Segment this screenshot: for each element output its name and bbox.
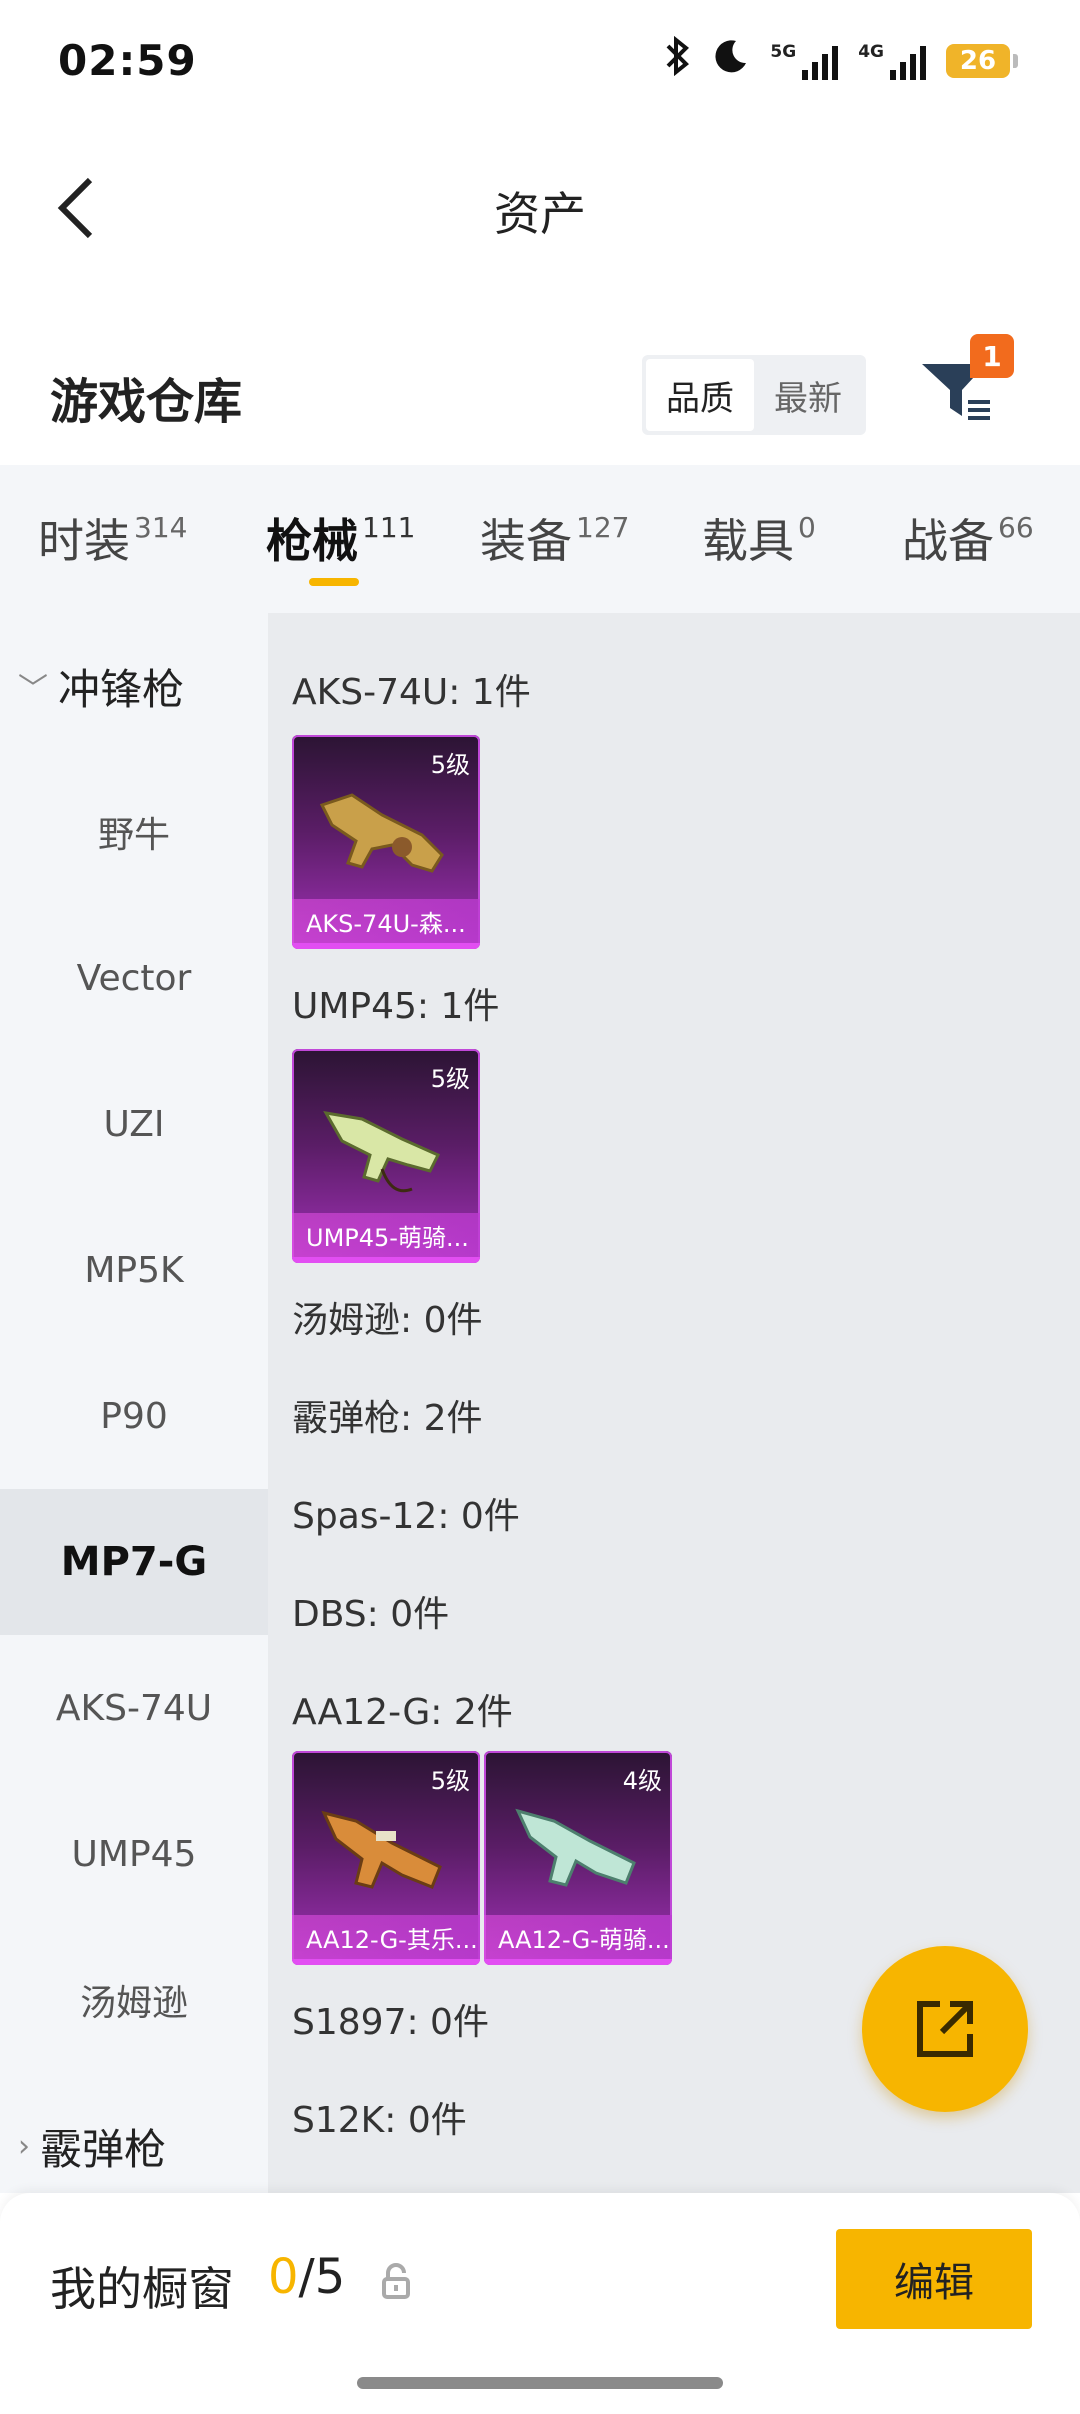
showcase-count: 0/5 [268, 2249, 345, 2305]
sidebar-item-mp5k[interactable]: MP5K [0, 1197, 268, 1343]
card-rarity-bar [292, 1257, 480, 1263]
tab-count: 127 [576, 511, 630, 544]
chevron-right-icon: › [18, 2128, 30, 2164]
sidebar-item-vector[interactable]: Vector [0, 905, 268, 1051]
tab-label: 枪械 [266, 514, 358, 568]
share-external-icon [917, 2001, 973, 2057]
sidebar-item-uzi[interactable]: UZI [0, 1051, 268, 1197]
status-bar: 02:59 5G 4G 26 [0, 0, 1080, 130]
battery-icon: 26 [946, 44, 1018, 78]
smg-icon [323, 1111, 441, 1193]
card-rarity-bar [292, 1959, 480, 1965]
filter-count-badge: 1 [970, 334, 1014, 378]
status-time: 02:59 [58, 36, 197, 85]
weapon-row-label: AA12-G: 2件 [292, 1692, 513, 1733]
network-5g-label: 5G [770, 42, 797, 62]
tab-label: 载具 [702, 514, 794, 568]
tab-label: 装备 [480, 514, 572, 568]
sidebar-item-mp7g[interactable]: MP7-G [0, 1489, 268, 1635]
weapon-row-label: UMP45: 1件 [292, 986, 500, 1027]
signal-5g-icon: 5G [770, 42, 839, 80]
sidebar-group-smg[interactable]: ﹀ 冲锋枪 [0, 613, 268, 759]
weapon-row-label: DBS: 0件 [292, 1594, 450, 1635]
share-button[interactable] [862, 1946, 1028, 2112]
sidebar-item-p90[interactable]: P90 [0, 1343, 268, 1489]
weapon-row-label: S12K: 0件 [292, 2100, 467, 2141]
weapon-row-label: AKS-74U: 1件 [292, 672, 531, 713]
sidebar-group-label: 冲锋枪 [58, 664, 185, 714]
tab-count: 314 [134, 511, 188, 544]
card-rarity-bar [292, 943, 480, 949]
tab-equipment[interactable]: 装备 127 [480, 505, 629, 571]
sidebar-item-thompson[interactable]: 汤姆逊 [0, 1927, 268, 2073]
tab-vehicles[interactable]: 载具 0 [702, 505, 816, 571]
weapon-skin-card[interactable]: 5级 UMP45-萌骑... [292, 1049, 480, 1263]
category-tabs: 时装 314 枪械 111 装备 127 载具 0 战备 66 [0, 465, 1080, 613]
card-name: AA12-G-其乐... [292, 1915, 480, 1959]
tab-label: 时装 [38, 514, 130, 568]
page-title: 资产 [494, 187, 586, 241]
showcase-total: /5 [298, 2249, 346, 2305]
sort-newest-button[interactable]: 最新 [754, 359, 862, 431]
shotgun-icon [515, 1808, 636, 1887]
sort-toggle: 品质 最新 [642, 355, 866, 435]
warehouse-title: 游戏仓库 [50, 374, 243, 430]
sidebar-group-label: 霰弹枪 [40, 2124, 167, 2174]
showcase-current: 0 [268, 2249, 299, 2305]
do-not-disturb-moon-icon [712, 37, 750, 85]
weapon-row-label: 霰弹枪: 2件 [292, 1398, 483, 1439]
home-indicator[interactable] [357, 2377, 723, 2389]
status-icons: 5G 4G 26 [662, 35, 1018, 86]
sidebar-item-bizon[interactable]: 野牛 [0, 759, 268, 905]
signal-4g-icon: 4G [858, 42, 926, 80]
weapon-row-label: Spas-12: 0件 [292, 1496, 520, 1537]
card-name: UMP45-萌骑... [292, 1213, 480, 1257]
network-4g-label: 4G [858, 42, 884, 62]
showcase-label: 我的橱窗 [50, 2262, 234, 2316]
sidebar-item-ump45[interactable]: UMP45 [0, 1781, 268, 1927]
weapon-skin-card[interactable]: 5级 AKS-74U-森... [292, 735, 480, 949]
weapon-sidebar: ﹀ 冲锋枪 野牛 Vector UZI MP5K P90 MP7-G AKS-7… [0, 613, 268, 2193]
sidebar-item-aks74u[interactable]: AKS-74U [0, 1635, 268, 1781]
card-rarity-bar [484, 1959, 672, 1965]
shotgun-icon [321, 1810, 442, 1889]
weapon-skin-card[interactable]: 4级 AA12-G-萌骑... [484, 1751, 672, 1965]
weapon-skin-card[interactable]: 5级 AA12-G-其乐... [292, 1751, 480, 1965]
tab-count: 111 [362, 511, 416, 544]
tab-count: 66 [998, 511, 1034, 544]
sort-quality-button[interactable]: 品质 [646, 359, 754, 431]
tab-supplies[interactable]: 战备 66 [902, 505, 1034, 571]
tab-fashion[interactable]: 时装 314 [38, 505, 187, 571]
card-name: AKS-74U-森... [292, 899, 480, 943]
sidebar-group-shotgun[interactable]: › 霰弹枪 [0, 2073, 268, 2193]
weapon-row-label: 汤姆逊: 0件 [292, 1300, 483, 1341]
tab-count: 0 [798, 511, 816, 544]
tab-guns[interactable]: 枪械 111 [266, 505, 415, 571]
bluetooth-icon [662, 35, 692, 86]
header: 资产 [0, 140, 1080, 270]
lock-icon [382, 2263, 410, 2299]
rifle-icon [319, 793, 444, 873]
card-name: AA12-G-萌骑... [484, 1915, 672, 1959]
edit-button[interactable]: 编辑 [836, 2229, 1032, 2329]
active-tab-indicator [309, 578, 359, 586]
tab-label: 战备 [902, 514, 994, 568]
weapon-row-label: S1897: 0件 [292, 2002, 489, 2043]
chevron-down-icon: ﹀ [18, 672, 48, 707]
